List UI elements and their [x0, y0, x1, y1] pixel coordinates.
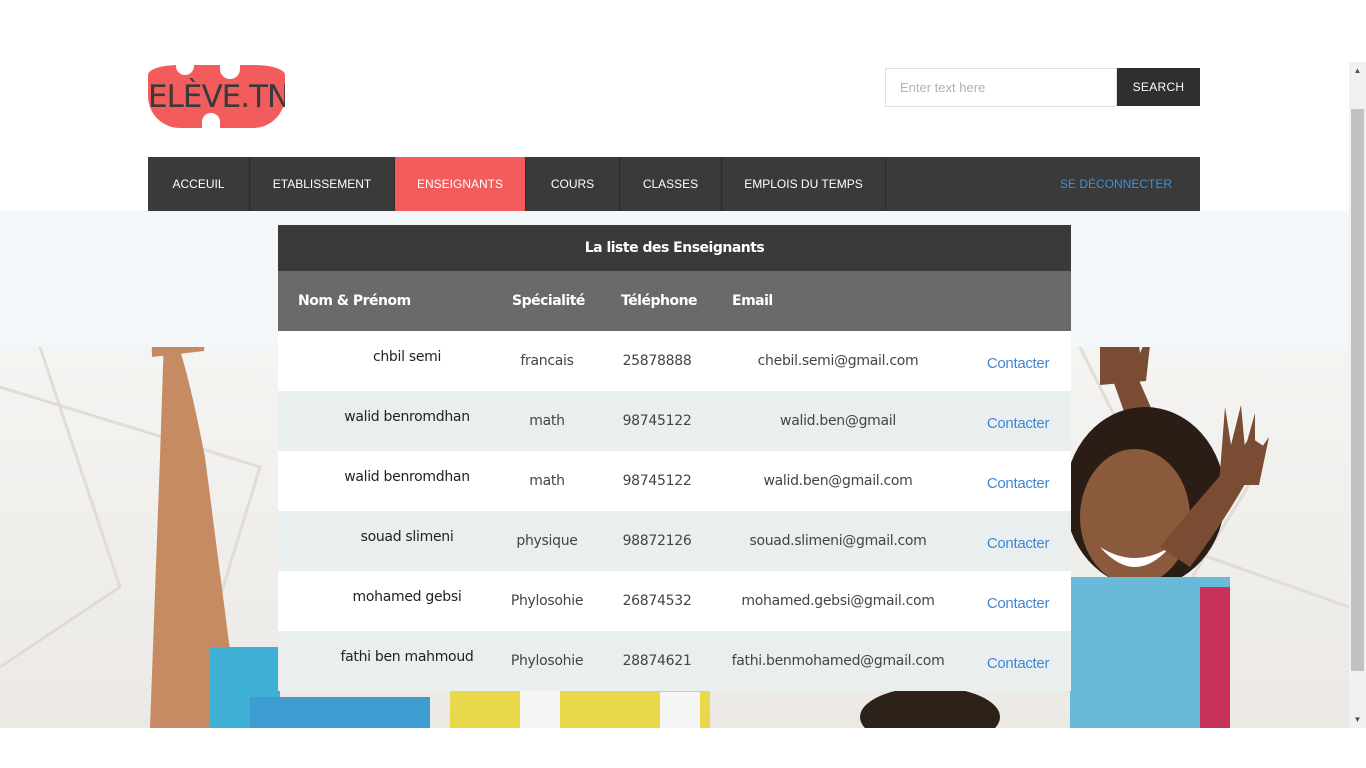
scroll-up-arrow-icon[interactable]: ▲ — [1349, 62, 1366, 79]
teacher-email: chebil.semi@gmail.com — [757, 353, 919, 369]
teacher-name: chbil semi — [372, 349, 442, 365]
teacher-specialite: physique — [516, 533, 578, 549]
scroll-thumb[interactable] — [1351, 109, 1364, 671]
page-scrollbar[interactable]: ▲ ▼ — [1349, 62, 1366, 728]
nav-item-etablissement[interactable]: ETABLISSEMENT — [250, 157, 395, 211]
teacher-telephone: 26874532 — [622, 593, 692, 609]
logo[interactable]: ELÈVE.TN — [148, 65, 285, 128]
main-nav: ACCEUIL ETABLISSEMENT ENSEIGNANTS COURS … — [148, 157, 1200, 211]
table-row: fathi ben mahmoud Phylosohie 28874621 fa… — [278, 631, 1071, 691]
column-header-name: Nom & Prénom — [298, 293, 411, 309]
contact-link[interactable]: Contacter — [978, 355, 1058, 372]
teacher-specialite: francais — [520, 353, 574, 369]
page: ELÈVE.TN SEARCH ACCEUIL ETABLISSEMENT EN… — [0, 0, 1366, 768]
teacher-telephone: 98745122 — [622, 473, 692, 489]
teacher-name: mohamed gebsi — [352, 589, 462, 605]
table-title: La liste des Enseignants — [278, 225, 1071, 271]
column-header-specialite: Spécialité — [512, 293, 585, 309]
teacher-name: walid benromdhan — [344, 409, 470, 425]
teacher-specialite: math — [529, 413, 565, 429]
teacher-specialite: Phylosohie — [510, 593, 584, 609]
logo-notch — [202, 113, 220, 128]
scroll-down-arrow-icon[interactable]: ▼ — [1349, 711, 1366, 728]
teacher-specialite: Phylosohie — [510, 653, 584, 669]
table-row: walid benromdhan math 98745122 walid.ben… — [278, 451, 1071, 511]
search-input[interactable] — [885, 68, 1117, 107]
table-row: souad slimeni physique 98872126 souad.sl… — [278, 511, 1071, 571]
teacher-name: souad slimeni — [360, 529, 454, 545]
teachers-table: La liste des Enseignants Nom & Prénom Sp… — [278, 225, 1071, 691]
teacher-email: fathi.benmohamed@gmail.com — [731, 653, 945, 669]
contact-link[interactable]: Contacter — [978, 655, 1058, 672]
teacher-email: walid.ben@gmail.com — [763, 473, 913, 489]
logo-text: ELÈVE.TN — [148, 79, 285, 115]
nav-item-enseignants[interactable]: ENSEIGNANTS — [395, 157, 526, 211]
table-row: walid benromdhan math 98745122 walid.ben… — [278, 391, 1071, 451]
teacher-telephone: 98872126 — [622, 533, 692, 549]
column-header-telephone: Téléphone — [621, 293, 698, 309]
table-header: Nom & Prénom Spécialité Téléphone Email — [278, 271, 1071, 331]
nav-item-classes[interactable]: CLASSES — [620, 157, 722, 211]
teacher-telephone: 25878888 — [622, 353, 692, 369]
contact-link[interactable]: Contacter — [978, 475, 1058, 492]
table-row: mohamed gebsi Phylosohie 26874532 mohame… — [278, 571, 1071, 631]
search-button[interactable]: SEARCH — [1117, 68, 1200, 106]
logout-link[interactable]: SE DÉCONNECTER — [1060, 157, 1200, 211]
contact-link[interactable]: Contacter — [978, 535, 1058, 552]
teacher-email: souad.slimeni@gmail.com — [749, 533, 927, 549]
contact-link[interactable]: Contacter — [978, 415, 1058, 432]
teacher-telephone: 28874621 — [622, 653, 692, 669]
nav-item-acceuil[interactable]: ACCEUIL — [148, 157, 250, 211]
contact-link[interactable]: Contacter — [978, 595, 1058, 612]
teacher-name: walid benromdhan — [344, 469, 470, 485]
column-header-email: Email — [732, 293, 773, 309]
teacher-email: walid.ben@gmail — [780, 413, 896, 429]
table-row: chbil semi francais 25878888 chebil.semi… — [278, 331, 1071, 391]
nav-item-emplois-du-temps[interactable]: EMPLOIS DU TEMPS — [722, 157, 886, 211]
teacher-telephone: 98745122 — [622, 413, 692, 429]
teacher-specialite: math — [529, 473, 565, 489]
teacher-email: mohamed.gebsi@gmail.com — [741, 593, 935, 609]
nav-item-cours[interactable]: COURS — [526, 157, 620, 211]
teacher-name: fathi ben mahmoud — [340, 649, 474, 665]
